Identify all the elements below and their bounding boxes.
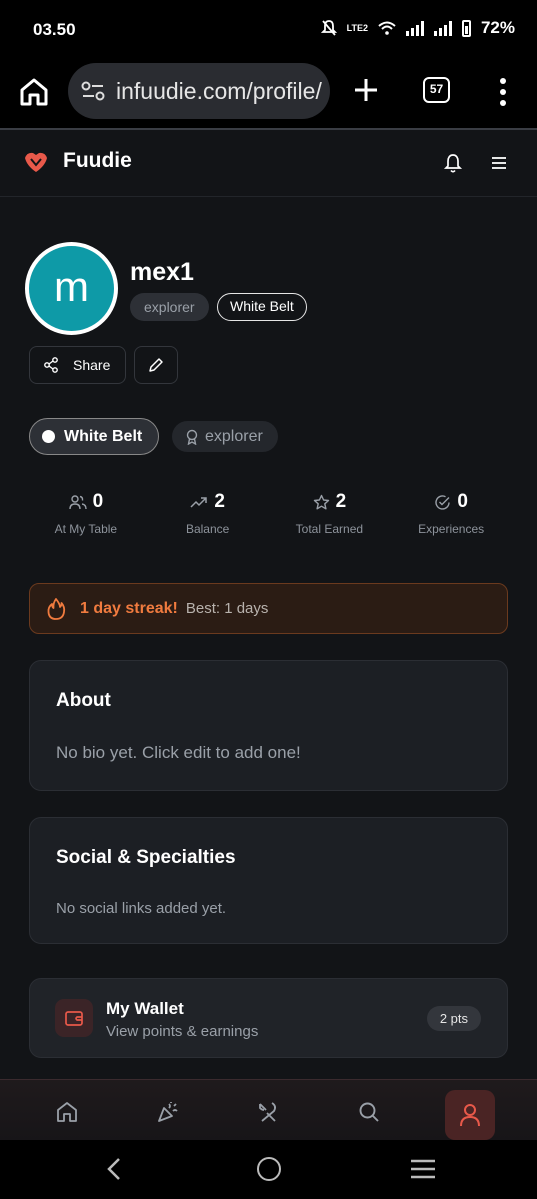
- award-icon: [186, 429, 198, 445]
- stat-at-my-table[interactable]: 0 At My Table: [25, 490, 147, 540]
- nav-events[interactable]: [146, 1090, 190, 1134]
- belt-tag: White Belt: [217, 293, 307, 321]
- belt-dot-icon: [42, 430, 55, 443]
- share-button[interactable]: Share: [29, 346, 126, 384]
- streak-best: Best: 1 days: [185, 600, 269, 617]
- points-badge: 2 pts: [426, 1006, 481, 1031]
- share-label: Share: [73, 357, 111, 373]
- back-icon[interactable]: [104, 1156, 126, 1182]
- stat-label: Total Earned: [295, 522, 364, 536]
- stat-value: 0: [457, 491, 468, 512]
- wallet-title: My Wallet: [106, 999, 184, 1018]
- mute-icon: [320, 20, 337, 36]
- stat-balance[interactable]: 2 Balance: [147, 490, 269, 540]
- role-tag: explorer: [130, 293, 209, 321]
- about-body: No bio yet. Click edit to add one!: [56, 743, 301, 762]
- pencil-icon: [149, 358, 163, 372]
- site-settings-icon[interactable]: [80, 78, 106, 104]
- streak-banner: 1 day streak! Best: 1 days: [29, 583, 508, 634]
- system-home-icon[interactable]: [257, 1157, 281, 1181]
- role-badge-label: explorer: [205, 427, 263, 445]
- check-circle-icon: [435, 494, 451, 510]
- hamburger-menu-icon[interactable]: [491, 155, 507, 171]
- trending-up-icon: [190, 497, 208, 508]
- edit-profile-button[interactable]: [134, 346, 178, 384]
- role-badge: explorer: [172, 421, 278, 452]
- nav-dining[interactable]: [246, 1090, 290, 1134]
- tab-switcher-button[interactable]: 57: [423, 77, 450, 103]
- nav-search[interactable]: [347, 1090, 391, 1134]
- recent-apps-icon[interactable]: [410, 1158, 436, 1180]
- users-icon: [68, 495, 87, 510]
- share-icon: [44, 357, 58, 373]
- nav-profile[interactable]: [445, 1090, 495, 1140]
- wifi-icon: [378, 21, 396, 35]
- status-icons: LTE2 72%: [320, 18, 515, 38]
- nav-home[interactable]: [45, 1090, 89, 1134]
- home-icon: [57, 1102, 77, 1122]
- bell-icon[interactable]: [443, 152, 463, 174]
- social-card: Social & Specialties No social links add…: [29, 817, 508, 944]
- app-header: Fuudie: [0, 132, 537, 197]
- social-body: No social links added yet.: [56, 900, 227, 917]
- star-icon: [313, 494, 329, 510]
- party-icon: [158, 1102, 178, 1122]
- url-bar[interactable]: infuudie.com/profile/: [68, 63, 330, 119]
- browser-home-icon[interactable]: [18, 76, 50, 108]
- battery-icon: [461, 19, 471, 37]
- wallet-icon: [55, 999, 93, 1037]
- utensils-icon: [259, 1102, 277, 1122]
- bottom-nav: [0, 1079, 537, 1140]
- browser-toolbar: infuudie.com/profile/ 57: [0, 60, 537, 130]
- lte-indicator: LTE2: [346, 22, 368, 33]
- status-time: 03.50: [33, 20, 76, 39]
- stat-label: Experiences: [418, 522, 485, 536]
- about-card: About No bio yet. Click edit to add one!: [29, 660, 508, 791]
- streak-text: 1 day streak!: [80, 599, 178, 617]
- stat-label: At My Table: [54, 522, 118, 536]
- flame-icon: [47, 597, 66, 620]
- stat-value: 2: [335, 491, 347, 512]
- url-text[interactable]: infuudie.com/profile/: [116, 78, 322, 105]
- stat-total-earned[interactable]: 2 Total Earned: [269, 490, 391, 540]
- brand-name[interactable]: Fuudie: [63, 149, 132, 173]
- status-bar: 03.50 LTE2 72%: [0, 0, 537, 60]
- stat-value: 2: [214, 491, 225, 512]
- belt-badge: White Belt: [29, 418, 159, 455]
- stat-label: Balance: [185, 522, 230, 536]
- search-icon: [359, 1102, 379, 1122]
- wallet-subtitle: View points & earnings: [106, 1023, 259, 1040]
- signal-icon: [405, 20, 424, 36]
- username: mex1: [130, 258, 194, 286]
- belt-badge-label: White Belt: [64, 427, 143, 445]
- more-menu-icon[interactable]: [496, 78, 510, 106]
- wallet-card[interactable]: My Wallet View points & earnings 2 pts: [29, 978, 508, 1058]
- stat-experiences[interactable]: 0 Experiences: [390, 490, 512, 540]
- fuudie-logo-icon[interactable]: [23, 150, 49, 174]
- signal-icon-2: [433, 20, 452, 36]
- new-tab-icon[interactable]: [350, 74, 382, 106]
- social-title: Social & Specialties: [56, 847, 236, 868]
- user-icon: [460, 1104, 480, 1127]
- system-nav-bar: [0, 1140, 537, 1199]
- battery-percent: 72%: [480, 18, 515, 37]
- about-title: About: [56, 690, 111, 711]
- stats-row: 0 At My Table 2 Balance 2 Total Earned 0…: [25, 490, 512, 540]
- stat-value: 0: [92, 491, 104, 512]
- avatar: m: [25, 242, 118, 335]
